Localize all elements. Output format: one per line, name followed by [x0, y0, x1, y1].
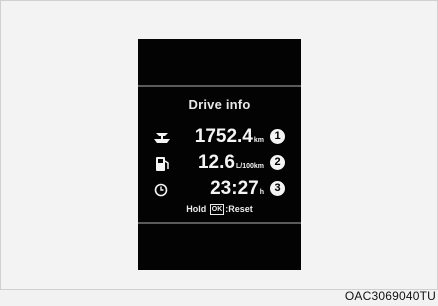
drive-time-row: 23:27h 3: [138, 178, 301, 201]
drive-time-number: 23:27: [210, 178, 259, 199]
display-title: Drive info: [188, 97, 251, 112]
callout-3: 3: [270, 181, 285, 196]
figure-code: OAC3069040TU: [344, 289, 436, 303]
fuel-economy-number: 12.6: [197, 152, 235, 173]
distance-number: 1752.4: [194, 126, 253, 147]
drive-time-unit: h: [259, 189, 264, 196]
distance-value: 1752.4km: [195, 126, 264, 148]
callout-2: 2: [270, 155, 285, 170]
hint-suffix: :Reset: [225, 204, 253, 214]
hint-prefix: Hold: [186, 204, 207, 214]
distance-row: 1752.4km 1: [138, 126, 301, 149]
figure-frame: Drive info 1752.4km 1 12.6L/100km 2 23:2…: [0, 0, 438, 290]
distance-icon: [153, 130, 171, 146]
fuel-economy-unit: L/100km: [235, 163, 264, 170]
fuel-economy-row: 12.6L/100km 2: [138, 152, 301, 175]
ok-key-icon: OK: [209, 204, 225, 215]
clock-icon: [153, 182, 171, 198]
drive-time-value: 23:27h: [210, 178, 264, 200]
reset-hint: Hold OK:Reset: [138, 204, 301, 215]
callout-1: 1: [270, 129, 285, 144]
fuel-economy-value: 12.6L/100km: [198, 152, 264, 174]
fuel-pump-icon: [153, 156, 171, 172]
bottom-divider: [138, 222, 301, 224]
distance-unit: km: [253, 137, 264, 144]
cluster-display: Drive info 1752.4km 1 12.6L/100km 2 23:2…: [138, 39, 301, 270]
top-divider: [138, 85, 301, 87]
